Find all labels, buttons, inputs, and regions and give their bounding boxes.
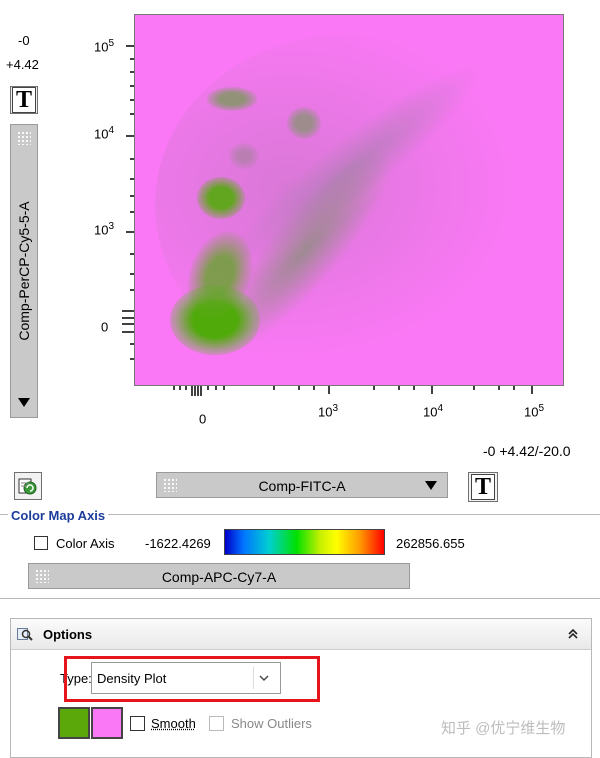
high-color-swatch[interactable] [91,707,123,739]
y-axis-text-button[interactable]: T [10,86,38,114]
plot-settings-button[interactable] [14,472,42,500]
y-tick-label: 0 [101,319,109,335]
y-range-min: -0 [18,33,30,48]
x-tick-label: 105 [524,403,545,420]
smooth-checkbox[interactable] [130,716,145,731]
x-axis-parameter-select[interactable]: Comp-FITC-A [156,472,448,498]
density-cluster [197,177,245,219]
show-outliers-checkbox[interactable] [209,716,224,731]
watermark-text: 知乎 @优宁维生物 [441,720,566,737]
x-tick-label: 104 [423,403,444,420]
x-tick-label: 103 [318,403,339,420]
show-outliers-label: Show Outliers [231,716,312,731]
chevron-down-icon [425,481,437,490]
color-axis-label: Color Axis [56,536,115,551]
smooth-label: Smooth [151,716,196,731]
density-cluster [229,143,259,169]
options-header[interactable]: Options [11,619,591,650]
color-map-section-title: Color Map Axis [8,508,109,523]
x-range-readout: -0 +4.42/-20.0 [483,443,571,459]
color-gradient-bar [224,529,385,555]
y-tick-label: 105 [94,38,115,55]
x-axis-ticks [173,386,533,396]
highlight-box [64,656,320,702]
chevron-down-icon [18,398,30,407]
section-divider [0,598,600,599]
density-plot-area[interactable] [134,14,564,386]
y-axis-ticks [122,45,134,360]
x-axis-text-button[interactable]: T [468,472,498,502]
color-map-parameter-select[interactable]: Comp-APC-Cy7-A [28,563,410,589]
density-cluster [287,107,321,139]
color-map-parameter-label: Comp-APC-Cy7-A [161,569,277,585]
color-map-max-value: 262856.655 [396,536,465,551]
y-range-max: +4.42 [6,57,39,72]
text-t-icon: T [11,87,36,113]
color-axis-checkbox[interactable] [34,536,48,550]
y-tick-label: 104 [94,125,115,142]
text-t-icon: T [470,474,495,500]
color-map-min-value: -1622.4269 [145,536,211,551]
magnifier-icon [17,628,33,641]
grip-icon [17,131,31,145]
x-axis-parameter-label: Comp-FITC-A [258,478,346,494]
density-cluster [207,87,257,111]
refresh-icon [18,478,37,495]
low-color-swatch[interactable] [58,707,90,739]
y-axis-parameter-label: Comp-PerCP-Cy5-5-A [16,201,32,341]
x-tick-label: 0 [199,411,207,427]
y-tick-label: 103 [94,221,115,238]
options-title: Options [43,627,93,642]
collapse-icon[interactable] [567,628,579,640]
y-axis-parameter-select[interactable]: Comp-PerCP-Cy5-5-A [10,124,38,418]
